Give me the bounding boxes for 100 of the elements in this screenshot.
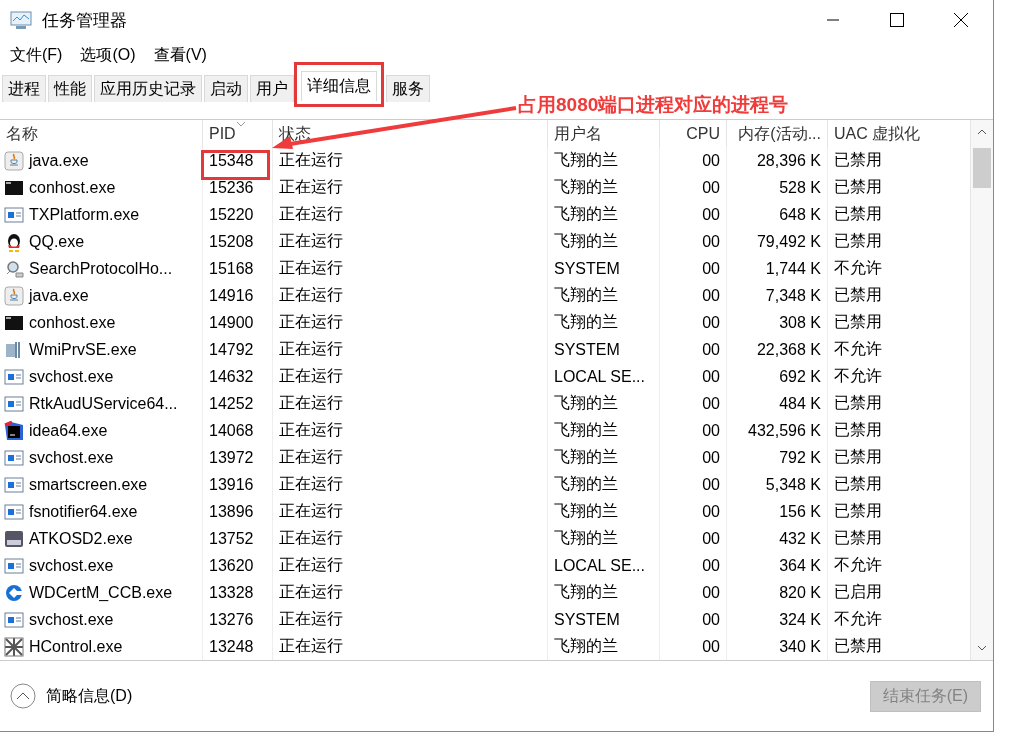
- column-header[interactable]: 用户名: [554, 123, 602, 145]
- table-cell-text: 飞翔的兰: [554, 285, 618, 305]
- table-cell: QQ.exe: [29, 232, 85, 251]
- table-cell-text: 不允许: [834, 609, 882, 629]
- sort-caret-icon: [236, 121, 246, 127]
- table-cell: 432,596 K: [748, 421, 821, 440]
- table-cell-text: 正在运行: [279, 366, 343, 386]
- table-cell: 13276: [209, 610, 254, 629]
- toggle-link[interactable]: 简略信息(D): [46, 685, 133, 707]
- app-window-icon: [4, 204, 24, 225]
- table-cell: 13916: [209, 475, 254, 494]
- table-cell-text: 飞翔的兰: [554, 177, 618, 197]
- table-cell-text: 已禁用: [834, 204, 882, 224]
- scroll-thumb[interactable]: [973, 148, 991, 188]
- table-cell-text: 已禁用: [834, 285, 882, 305]
- table-cell: 15236: [209, 178, 254, 197]
- tab[interactable]: 详细信息: [301, 71, 377, 101]
- table-cell-text: 已禁用: [834, 177, 882, 197]
- scrollbar[interactable]: [970, 120, 993, 660]
- table-cell: 00: [702, 529, 720, 548]
- table-cell: 156 K: [779, 502, 821, 521]
- tab[interactable]: 启动: [204, 75, 248, 102]
- table-cell: 00: [702, 394, 720, 413]
- table-cell: TXPlatform.exe: [29, 205, 140, 224]
- table-cell: WDCertM_CCB.exe: [29, 583, 173, 602]
- collapse-icon[interactable]: [10, 683, 36, 709]
- table-cell: 79,492 K: [756, 232, 821, 251]
- table-cell: 7,348 K: [765, 286, 821, 305]
- menu-item[interactable]: 文件(F): [4, 44, 69, 66]
- table-cell: 13752: [209, 529, 254, 548]
- table-cell: java.exe: [29, 286, 89, 305]
- column-header[interactable]: 内存(活动...: [738, 123, 821, 145]
- tab[interactable]: 应用历史记录: [94, 75, 202, 102]
- table-cell: smartscreen.exe: [29, 475, 148, 494]
- table-cell: 13328: [209, 583, 254, 602]
- table-cell: 00: [702, 502, 720, 521]
- lattice-icon: [4, 636, 24, 657]
- column-header[interactable]: 名称: [6, 123, 38, 145]
- table-cell: svchost.exe: [29, 610, 114, 629]
- table-cell: SYSTEM: [554, 610, 620, 629]
- table-cell: 00: [702, 610, 720, 629]
- magnifier-icon: [4, 258, 24, 279]
- annotation-text: 占用8080端口进程对应的进程号: [518, 93, 789, 117]
- app-monitor-icon: [10, 10, 32, 30]
- tab[interactable]: 性能: [48, 75, 92, 102]
- menu-item[interactable]: 选项(O): [74, 44, 142, 66]
- app-window-icon: [4, 474, 24, 495]
- tab[interactable]: 用户: [250, 75, 294, 102]
- table-cell: 15168: [209, 259, 254, 278]
- tab[interactable]: 进程: [2, 75, 46, 102]
- table-cell: svchost.exe: [29, 367, 114, 386]
- table-cell: 484 K: [779, 394, 821, 413]
- table-cell: SYSTEM: [554, 340, 620, 359]
- menu-item[interactable]: 查看(V): [147, 44, 213, 66]
- app-window-icon: [4, 555, 24, 576]
- column-header[interactable]: CPU: [686, 125, 720, 143]
- table-cell: 00: [702, 151, 720, 170]
- table-cell-text: 不允许: [834, 555, 882, 575]
- table-cell-text: 正在运行: [279, 582, 343, 602]
- table-cell: HControl.exe: [29, 637, 123, 656]
- table-cell: 15348: [209, 151, 254, 170]
- table-cell-text: 不允许: [834, 258, 882, 278]
- table-cell-text: 正在运行: [279, 420, 343, 440]
- table-cell-text: 正在运行: [279, 393, 343, 413]
- table-cell: 00: [702, 367, 720, 386]
- table-cell-text: 正在运行: [279, 258, 343, 278]
- table-cell: 364 K: [779, 556, 821, 575]
- scroll-up-icon: [977, 129, 987, 135]
- table-cell: 00: [702, 340, 720, 359]
- table-cell: 528 K: [779, 178, 821, 197]
- table-cell-text: 飞翔的兰: [554, 447, 618, 467]
- tab[interactable]: 服务: [386, 75, 430, 102]
- table-cell-text: 已禁用: [834, 231, 882, 251]
- column-header[interactable]: UAC 虚拟化: [834, 123, 921, 145]
- table-cell: 1,744 K: [765, 259, 821, 278]
- table-cell-text: 飞翔的兰: [554, 393, 618, 413]
- table-cell: 792 K: [779, 448, 821, 467]
- table-cell: 00: [702, 475, 720, 494]
- table-cell-text: 不允许: [834, 366, 882, 386]
- table-cell: 13972: [209, 448, 254, 467]
- table-cell: 00: [702, 421, 720, 440]
- table-cell-text: 飞翔的兰: [554, 312, 618, 332]
- table-cell-text: 正在运行: [279, 231, 343, 251]
- table-cell: 13620: [209, 556, 254, 575]
- table-cell-text: 正在运行: [279, 501, 343, 521]
- table-cell: idea64.exe: [29, 421, 108, 440]
- table-cell: ATKOSD2.exe: [29, 529, 133, 548]
- table-cell-text: 已禁用: [834, 312, 882, 332]
- table-cell: 00: [702, 313, 720, 332]
- table-cell-text: 飞翔的兰: [554, 474, 618, 494]
- table-cell: 00: [702, 448, 720, 467]
- table-cell: 00: [702, 205, 720, 224]
- table-cell: 00: [702, 232, 720, 251]
- table-cell-text: 飞翔的兰: [554, 231, 618, 251]
- app-window-icon: [4, 393, 24, 414]
- table-cell-text: 正在运行: [279, 447, 343, 467]
- table-cell-text: 已禁用: [834, 420, 882, 440]
- column-header[interactable]: PID: [209, 125, 236, 143]
- table-cell: 28,396 K: [756, 151, 821, 170]
- table-cell: 692 K: [779, 367, 821, 386]
